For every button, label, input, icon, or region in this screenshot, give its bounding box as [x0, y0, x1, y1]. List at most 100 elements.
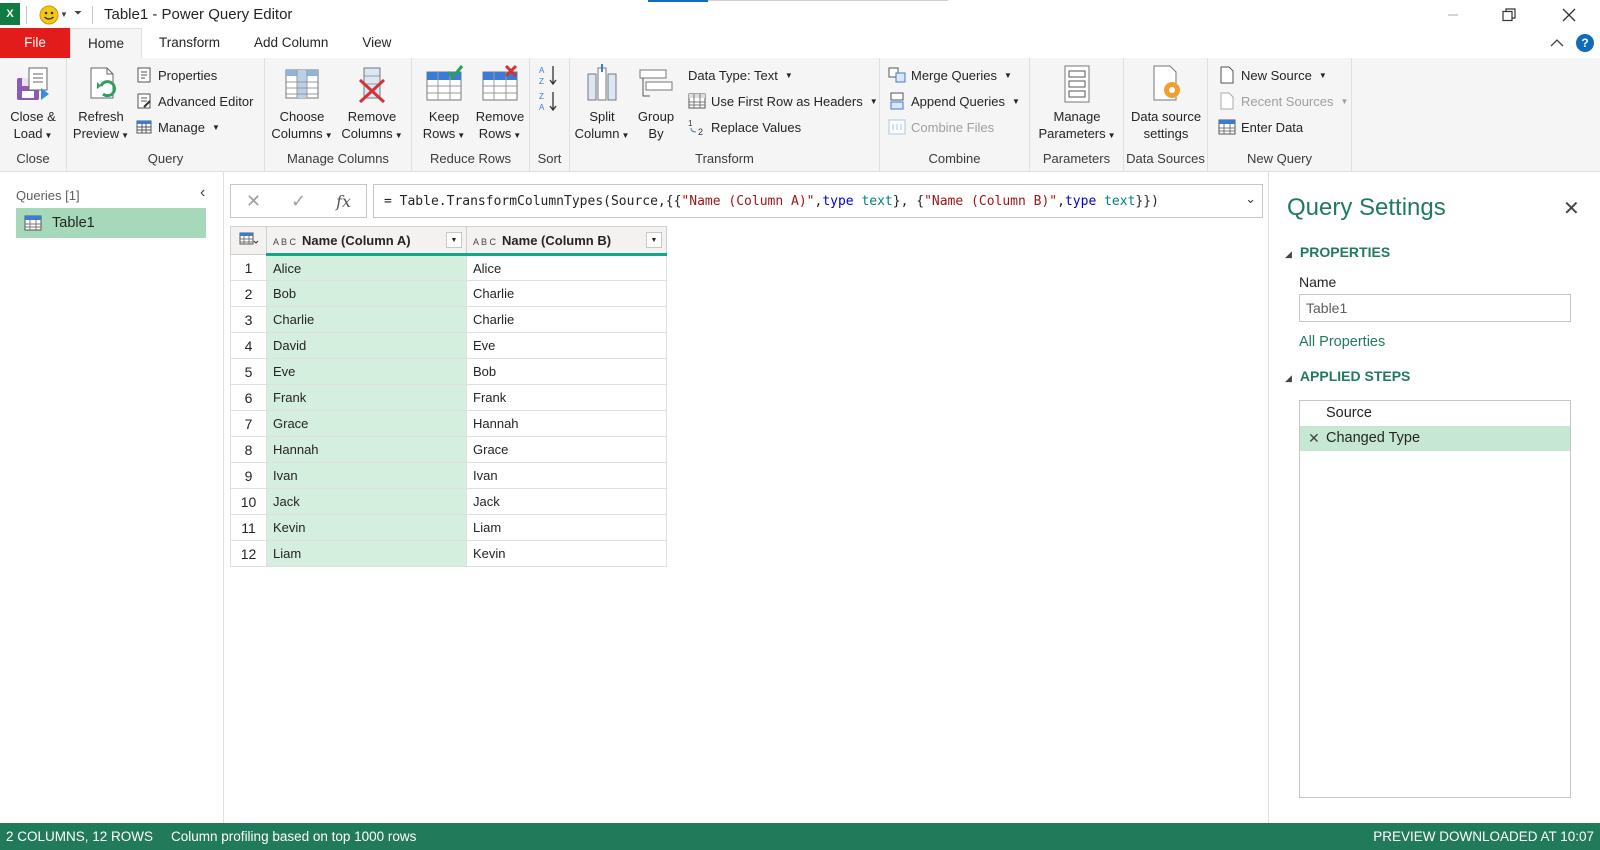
- fx-icon[interactable]: fx: [336, 192, 351, 211]
- row-number[interactable]: 11: [230, 514, 267, 541]
- expand-formula-icon[interactable]: ⌄: [1245, 191, 1256, 207]
- data-source-settings-button[interactable]: Data source settings: [1126, 64, 1206, 142]
- step-source[interactable]: Source: [1300, 401, 1570, 426]
- row-number[interactable]: 6: [230, 384, 267, 411]
- properties-button[interactable]: Properties: [135, 64, 217, 86]
- delete-step-icon[interactable]: ✕: [1308, 426, 1320, 451]
- row-number[interactable]: 7: [230, 410, 267, 437]
- help-icon[interactable]: ?: [1576, 34, 1594, 52]
- column-header-b[interactable]: A B C Name (Column B) ▼: [466, 226, 667, 256]
- close-settings-icon[interactable]: ✕: [1563, 196, 1580, 221]
- data-type-dropdown[interactable]: Data Type: Text ▼: [688, 64, 793, 86]
- collapse-ribbon-icon[interactable]: [1550, 38, 1564, 48]
- cell-column-b[interactable]: Jack: [466, 488, 667, 515]
- replace-values-button[interactable]: 12 Replace Values: [688, 116, 801, 138]
- cell-column-b[interactable]: Grace: [466, 436, 667, 463]
- split-column-button[interactable]: Split Column ▼: [574, 64, 630, 144]
- all-properties-link[interactable]: All Properties: [1299, 334, 1385, 350]
- confirm-formula-icon[interactable]: ✓: [291, 191, 306, 212]
- properties-header[interactable]: ◢ PROPERTIES: [1285, 244, 1390, 260]
- table-menu-button[interactable]: [230, 226, 267, 255]
- tab-file[interactable]: File: [0, 28, 70, 58]
- enter-data-button[interactable]: Enter Data: [1218, 116, 1303, 138]
- close-load-button[interactable]: Close & Load ▼: [8, 64, 58, 144]
- advanced-editor-button[interactable]: Advanced Editor: [135, 90, 253, 112]
- tab-view[interactable]: View: [345, 28, 408, 58]
- row-number[interactable]: 9: [230, 462, 267, 489]
- table-headers-icon: [688, 93, 706, 109]
- cell-column-a[interactable]: Ivan: [266, 462, 467, 489]
- cell-column-a[interactable]: Grace: [266, 410, 467, 437]
- sort-ascending-button[interactable]: AZ: [538, 64, 560, 86]
- cell-column-a[interactable]: Liam: [266, 540, 467, 567]
- text-type-icon[interactable]: A B C: [273, 237, 296, 247]
- text-type-icon[interactable]: A B C: [473, 237, 496, 247]
- smiley-feedback-icon[interactable]: [38, 4, 60, 26]
- table-menu-icon: [239, 232, 258, 245]
- cell-column-a[interactable]: David: [266, 332, 467, 359]
- column-filter-dropdown[interactable]: ▼: [446, 232, 462, 248]
- row-number[interactable]: 2: [230, 280, 267, 307]
- cell-column-b[interactable]: Bob: [466, 358, 667, 385]
- tab-transform[interactable]: Transform: [142, 28, 237, 58]
- formula-input[interactable]: = Table.TransformColumnTypes(Source,{{"N…: [373, 184, 1263, 218]
- row-number[interactable]: 3: [230, 306, 267, 333]
- cell-column-a[interactable]: Charlie: [266, 306, 467, 333]
- refresh-preview-button[interactable]: Refresh Preview ▼: [71, 64, 131, 144]
- cell-column-b[interactable]: Liam: [466, 514, 667, 541]
- new-source-button[interactable]: New Source ▼: [1218, 64, 1327, 86]
- step-changed-type[interactable]: ✕ Changed Type: [1300, 426, 1570, 451]
- row-number[interactable]: 5: [230, 358, 267, 385]
- cell-column-a[interactable]: Alice: [266, 254, 467, 281]
- choose-columns-button[interactable]: Choose Columns ▼: [269, 64, 335, 144]
- cell-column-a[interactable]: Eve: [266, 358, 467, 385]
- status-profiling[interactable]: Column profiling based on top 1000 rows: [171, 829, 416, 844]
- restore-button[interactable]: [1486, 0, 1532, 30]
- remove-columns-button[interactable]: Remove Columns ▼: [339, 64, 405, 144]
- row-number[interactable]: 1: [230, 254, 267, 281]
- cell-column-b[interactable]: Eve: [466, 332, 667, 359]
- cell-column-a[interactable]: Hannah: [266, 436, 467, 463]
- table-row: 1 Alice Alice: [230, 254, 667, 281]
- row-number[interactable]: 10: [230, 488, 267, 515]
- cancel-formula-icon[interactable]: ✕: [246, 191, 261, 212]
- cell-column-b[interactable]: Charlie: [466, 306, 667, 333]
- sort-descending-button[interactable]: ZA: [538, 90, 560, 112]
- merge-queries-button[interactable]: Merge Queries ▼: [888, 64, 1012, 86]
- cell-column-a[interactable]: Jack: [266, 488, 467, 515]
- cell-column-b[interactable]: Charlie: [466, 280, 667, 307]
- customize-quick-access-icon[interactable]: ⏷: [74, 8, 82, 19]
- row-number[interactable]: 12: [230, 540, 267, 567]
- keep-rows-button[interactable]: Keep Rows ▼: [418, 64, 470, 144]
- query-name-input[interactable]: Table1: [1299, 294, 1571, 322]
- query-item-table1[interactable]: Table1: [16, 208, 206, 238]
- tab-home[interactable]: Home: [70, 28, 143, 58]
- column-filter-dropdown[interactable]: ▼: [646, 232, 662, 248]
- close-load-label-1: Close &: [10, 109, 56, 124]
- cell-column-b[interactable]: Alice: [466, 254, 667, 281]
- row-number[interactable]: 4: [230, 332, 267, 359]
- cell-column-a[interactable]: Kevin: [266, 514, 467, 541]
- manage-parameters-button[interactable]: Manage Parameters ▼: [1036, 64, 1118, 144]
- chevron-down-icon[interactable]: ▼: [60, 10, 68, 19]
- svg-text:A: A: [539, 103, 545, 112]
- use-first-row-headers-button[interactable]: Use First Row as Headers ▼: [688, 90, 878, 112]
- tab-add-column[interactable]: Add Column: [237, 28, 345, 58]
- close-window-button[interactable]: [1546, 0, 1592, 30]
- remove-rows-button[interactable]: Remove Rows ▼: [472, 64, 528, 144]
- collapse-pane-icon[interactable]: ‹: [200, 184, 205, 202]
- column-header-a[interactable]: A B C Name (Column A) ▼: [266, 226, 467, 256]
- cell-column-a[interactable]: Bob: [266, 280, 467, 307]
- cell-column-b[interactable]: Ivan: [466, 462, 667, 489]
- cell-column-b[interactable]: Hannah: [466, 410, 667, 437]
- group-by-button[interactable]: Group By: [632, 64, 680, 142]
- append-queries-button[interactable]: Append Queries ▼: [888, 90, 1020, 112]
- cell-column-b[interactable]: Kevin: [466, 540, 667, 567]
- minimize-button[interactable]: [1430, 0, 1476, 30]
- cell-column-a[interactable]: Frank: [266, 384, 467, 411]
- manage-button[interactable]: Manage ▼: [135, 116, 220, 138]
- formula-type-value: text: [1104, 193, 1136, 209]
- applied-steps-header[interactable]: ◢ APPLIED STEPS: [1285, 368, 1410, 384]
- cell-column-b[interactable]: Frank: [466, 384, 667, 411]
- row-number[interactable]: 8: [230, 436, 267, 463]
